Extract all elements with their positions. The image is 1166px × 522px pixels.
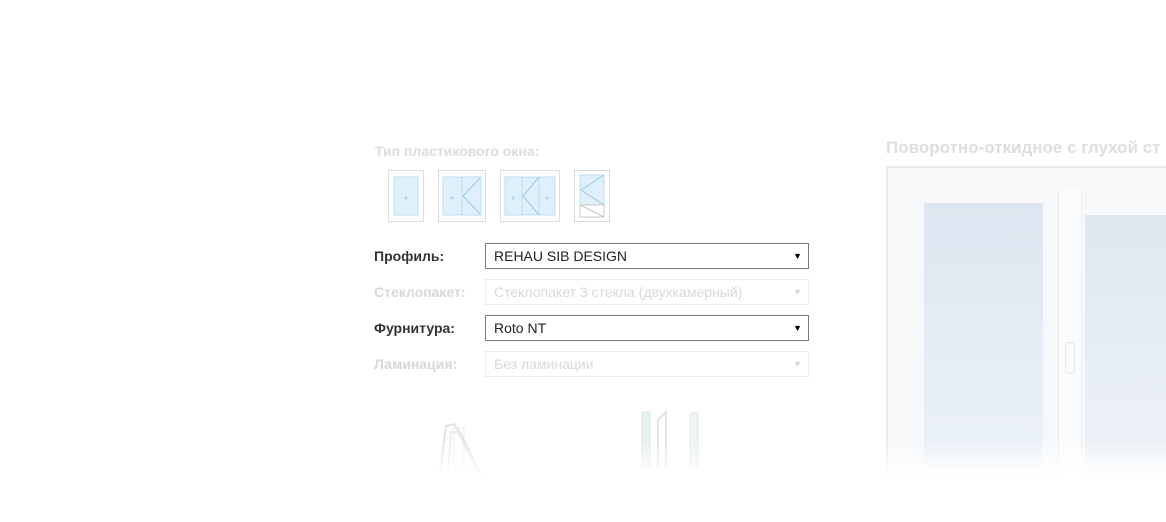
preview-title: Поворотно-откидное с глухой ст — [886, 138, 1161, 157]
profile-select-value: REHAU SIB DESIGN — [494, 248, 628, 264]
single-sash-window-icon[interactable]: + — [388, 170, 424, 222]
svg-text:+: + — [449, 193, 454, 203]
window-calculator: Тип пластикового окна: + + + + Профиль: … — [0, 0, 1166, 522]
hardware-label: Фурнитура: — [374, 320, 455, 336]
balcony-door-icon[interactable] — [574, 170, 610, 222]
double-sash-window-icon[interactable]: + — [438, 170, 486, 222]
lamination-select-value: Без ламинации — [494, 356, 594, 372]
svg-text:+: + — [544, 193, 549, 203]
chevron-down-icon: ▼ — [793, 287, 802, 297]
bottom-fade-overlay — [0, 440, 1166, 522]
triple-sash-window-icon[interactable]: + + — [500, 170, 560, 222]
hardware-select[interactable]: Roto NT ▼ — [485, 315, 809, 341]
hardware-select-value: Roto NT — [494, 320, 547, 336]
glazing-label: Стеклопакет: — [374, 284, 466, 300]
lamination-label: Ламинация: — [374, 356, 458, 372]
window-type-title: Тип пластикового окна: — [375, 143, 540, 159]
profile-label: Профиль: — [374, 248, 445, 264]
lamination-select: Без ламинации ▼ — [485, 351, 809, 377]
svg-text:+: + — [510, 193, 515, 203]
glazing-select-value: Стеклопакет 3 стекла (двухкамерный) — [494, 284, 743, 300]
svg-text:+: + — [403, 193, 408, 203]
window-handle-icon — [1065, 342, 1075, 374]
chevron-down-icon: ▼ — [793, 323, 802, 333]
chevron-down-icon: ▼ — [793, 251, 802, 261]
profile-select[interactable]: REHAU SIB DESIGN ▼ — [485, 243, 809, 269]
glazing-select: Стеклопакет 3 стекла (двухкамерный) ▼ — [485, 279, 809, 305]
chevron-down-icon: ▼ — [793, 359, 802, 369]
